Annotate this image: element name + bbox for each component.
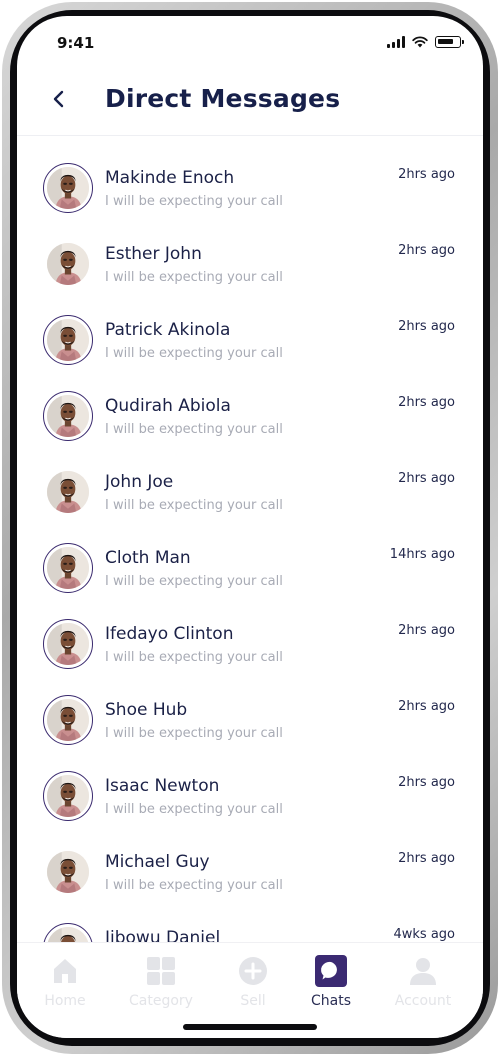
message-preview: I will be expecting your call [105,726,283,741]
contact-name: Ifedayo Clinton [105,624,234,644]
status-time: 9:41 [57,34,95,52]
contact-name: Shoe Hub [105,700,188,720]
message-preview: I will be expecting your call [105,802,283,817]
message-time: 2hrs ago [398,395,455,410]
avatar [43,619,93,669]
avatar-photo [47,547,89,589]
message-row[interactable]: Jibowu DanielI will be expecting your ca… [17,919,483,942]
avatar-photo [47,851,89,893]
message-time: 2hrs ago [398,851,455,866]
avatar-photo [47,699,89,741]
avatar-photo [47,319,89,361]
message-preview: I will be expecting your call [105,878,283,893]
contact-name: Jibowu Daniel [105,928,221,942]
message-preview: I will be expecting your call [105,270,283,285]
contact-name: Isaac Newton [105,776,220,796]
nav-label-account: Account [394,993,452,1009]
message-preview: I will be expecting your call [105,574,283,589]
contact-name: Michael Guy [105,852,210,872]
avatar-photo [47,243,89,285]
message-row[interactable]: Makinde Enoch I will be expecting your ca… [17,159,483,235]
message-list: Makinde Enoch I will be expecting your ca… [17,137,483,942]
plus-circle-icon [239,957,267,985]
avatar [43,163,93,213]
message-row[interactable]: Cloth Man I will be expecting your call 14… [17,539,483,615]
message-row[interactable]: Isaac Newton I will be expecting your cal… [17,767,483,843]
message-row[interactable]: John Joe I will be expecting your call 2hr… [17,463,483,539]
message-time: 2hrs ago [398,775,455,790]
home-icon [54,959,76,983]
avatar [43,771,93,821]
category-icon [147,957,175,985]
chat-bubble-icon [315,955,347,987]
avatar [43,695,93,745]
avatar-photo [47,167,89,209]
wifi-icon [412,36,428,48]
nav-item-chats[interactable]: Chats [289,955,373,1009]
message-time: 4wks ago [393,927,455,942]
avatar [43,847,93,897]
message-row[interactable]: Patrick Akinola I will be expecting your … [17,311,483,387]
contact-name: Cloth Man [105,548,191,568]
header: Direct Messages [17,66,483,136]
message-time: 2hrs ago [398,243,455,258]
contact-name: Patrick Akinola [105,320,231,340]
message-time: 2hrs ago [398,167,455,182]
message-row[interactable]: Esther John I will be expecting your call… [17,235,483,311]
avatar-photo [47,775,89,817]
status-icons [387,36,464,48]
avatar [43,315,93,365]
message-preview: I will be expecting your call [105,650,283,665]
contact-name: Esther John [105,244,202,264]
contact-name: John Joe [105,472,174,492]
nav-label-chats: Chats [310,993,351,1009]
message-preview: I will be expecting your call [105,498,283,513]
message-preview: I will be expecting your call [105,194,283,209]
message-row[interactable]: Shoe Hub I will be expecting your call 2hr… [17,691,483,767]
home-indicator [183,1024,317,1030]
message-preview: I will be expecting your call [105,346,283,361]
nav-label-sell: Sell [240,993,266,1009]
user-icon [410,958,436,985]
nav-label-home: Home [44,993,86,1009]
avatar [43,923,93,942]
message-row[interactable]: Ifedayo Clinton I will be expecting your … [17,615,483,691]
avatar-photo [47,471,89,513]
contact-name: Makinde Enoch [105,168,235,188]
avatar [43,543,93,593]
message-time: 2hrs ago [398,623,455,638]
message-time: 2hrs ago [398,471,455,486]
nav-label-category: Category [129,993,193,1009]
message-row[interactable]: Michael Guy I will be expecting your call… [17,843,483,919]
nav-item-home[interactable]: Home [23,955,107,1009]
avatar-photo [47,395,89,437]
app-screen: 9:41 Direct Messages Makinde Enoch I will… [17,16,483,1038]
nav-item-category[interactable]: Category [119,955,203,1009]
signal-icon [387,36,405,48]
avatar [43,239,93,289]
avatar-photo [47,927,89,942]
message-time: 2hrs ago [398,699,455,714]
message-preview: I will be expecting your call [105,422,283,437]
message-time: 14hrs ago [389,547,455,562]
contact-name: Qudirah Abiola [105,396,231,416]
nav-item-sell[interactable]: Sell [211,955,295,1009]
avatar-photo [47,623,89,665]
avatar [43,391,93,441]
battery-icon [435,36,464,48]
nav-item-account[interactable]: Account [381,955,465,1009]
avatar [43,467,93,517]
message-time: 2hrs ago [398,319,455,334]
page-title: Direct Messages [105,84,341,113]
message-row[interactable]: Qudirah Abiola I will be expecting your c… [17,387,483,463]
back-arrow-icon[interactable] [47,86,73,112]
status-bar: 9:41 [17,16,483,66]
